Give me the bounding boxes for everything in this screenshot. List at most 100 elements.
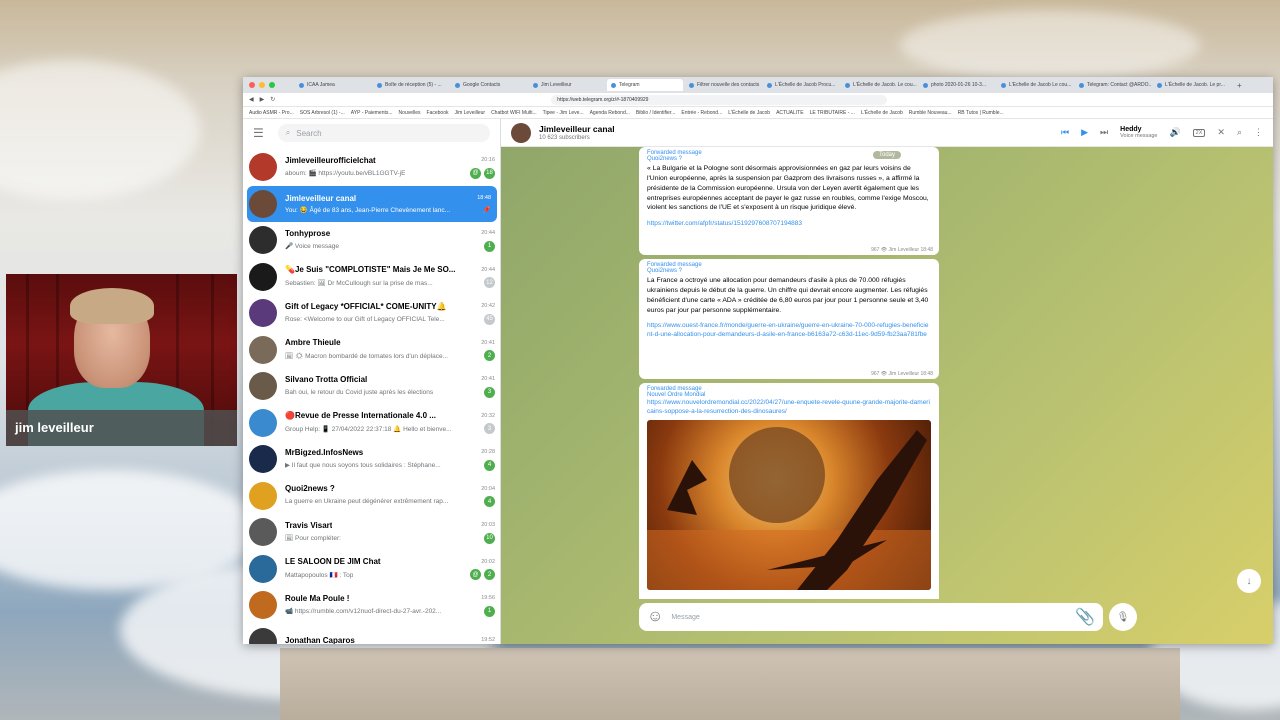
channel-title[interactable]: Jimleveilleur canal [539, 124, 615, 134]
browser-tab[interactable]: L'Échelle de Jacob Procu... [763, 79, 839, 91]
chat-list-item[interactable]: Silvano Trotta Official 20:41 Bah oui, le … [243, 368, 501, 405]
message-bubble[interactable]: Forwarded message Nouvel Ordre Mondial h… [639, 383, 939, 599]
bookmark-item[interactable]: LE TRIBUTAIRE - ... [810, 110, 855, 116]
chat-title: Jimleveilleurofficielchat [285, 155, 376, 165]
close-player-icon[interactable]: ✕ [1217, 127, 1225, 138]
bookmark-item[interactable]: Entrée - Rebond... [681, 110, 722, 116]
browser-tab[interactable]: Telegram: Contact @ARDO... [1075, 79, 1151, 91]
attach-icon[interactable]: 📎 [1075, 607, 1095, 627]
zoom-window-button[interactable] [269, 82, 275, 88]
chat-preview: You: 😂 Âgé de 83 ans, Jean-Pierre Chevèn… [285, 206, 451, 214]
reload-icon[interactable]: ↻ [270, 96, 275, 103]
chat-preview: 📹 https://rumble.com/v12nuof-direct-du-2… [285, 608, 442, 616]
message-link[interactable]: https://twitter.com/afpfr/status/1519297… [647, 219, 931, 228]
forward-icon[interactable]: ▶ [260, 96, 265, 103]
search-input[interactable]: ⌕ Search [277, 124, 490, 142]
chat-list-item[interactable]: MrBigzed.InfosNews 20:28 ▶ Il faut que nou… [243, 441, 501, 478]
bookmark-item[interactable]: Biblio / Identifier... [636, 110, 675, 116]
player-subtitle: Voice message [1120, 133, 1158, 139]
bookmark-item[interactable]: Jim Leveilleur [454, 110, 485, 116]
bookmark-item[interactable]: Audio ASMR - Pro... [249, 110, 294, 116]
chat-time: 20:28 [481, 449, 495, 456]
channel-avatar[interactable] [511, 122, 531, 143]
browser-tab[interactable]: Google Contacts [451, 79, 527, 91]
message-composer[interactable]: ☺ Message 📎 [639, 603, 1103, 631]
message-input[interactable]: Message [671, 614, 1067, 621]
chat-list-item[interactable]: Gift of Legacy *OFFICIAL* COME-UNITY🔔 20:… [243, 295, 501, 332]
chat-avatar [249, 591, 277, 620]
bookmark-item[interactable]: ACTUALITE [776, 110, 804, 116]
message-bubble[interactable]: Forwarded message Quoi2news ? « La Bulga… [639, 147, 939, 255]
tab-label: L'Échelle de Jacob Procu... [775, 82, 836, 88]
emoji-icon[interactable]: ☺ [647, 608, 663, 626]
next-track-icon[interactable]: ⏭ [1100, 127, 1108, 138]
chat-list-item[interactable]: Jimleveilleur canal 18:48 You: 😂 Âgé de 83… [247, 185, 497, 222]
menu-icon[interactable]: ☰ [253, 126, 264, 140]
play-icon[interactable]: ▶ [1081, 127, 1088, 138]
bookmark-item[interactable]: Chatbot WIFI Multi... [491, 110, 537, 116]
chat-list-item[interactable]: Roule Ma Poule ! 19:56 📹 https://rumble.co… [243, 587, 501, 624]
bookmark-item[interactable]: Agenda Rebond... [590, 110, 630, 116]
browser-tab[interactable]: Telegram [607, 79, 683, 91]
scroll-down-button[interactable]: ↓ [1237, 569, 1261, 593]
message-bubble[interactable]: Forwarded message Quoi2news ? La France … [639, 259, 939, 379]
close-window-button[interactable] [249, 82, 255, 88]
bookmark-item[interactable]: L'Échelle de Jacob [861, 110, 903, 116]
forward-source[interactable]: Quoi2news ? [647, 268, 931, 274]
bookmark-item[interactable]: Facebook [427, 110, 449, 116]
volume-icon[interactable]: 🔊 [1169, 127, 1180, 138]
chat-sidebar: ☰ ⌕ Search Jimleveilleurofficielchat 20:1… [243, 119, 501, 644]
chat-header[interactable]: Jimleveilleur canal 10 623 subscribers ⏮… [501, 119, 1273, 147]
browser-tab[interactable]: Jim Leveilleur [529, 79, 605, 91]
bookmark-item[interactable]: AYP - Paiements... [351, 110, 393, 116]
chat-title: 💊Je Suis "COMPLOTISTE" Mais Je Me SO... [285, 265, 456, 275]
webcam-name-label: jim leveilleur [6, 410, 237, 446]
chat-list-item[interactable]: Jonathan Caparos 19:52 [243, 624, 501, 644]
bookmark-item[interactable]: Rumble Nouveau... [909, 110, 952, 116]
chat-list-item[interactable]: Ambre Thieule 20:41 🖼 ☀ Macron bombardé de… [243, 332, 501, 369]
chat-title: Silvano Trotta Official [285, 374, 368, 384]
tab-favicon-icon [611, 82, 616, 88]
unread-badge: 12 [484, 277, 495, 289]
chat-time: 19:52 [481, 637, 495, 644]
message-link[interactable]: https://www.nouvelordremondial.cc/2022/0… [647, 398, 931, 416]
unread-badge: 2 [484, 569, 495, 581]
chat-list-item[interactable]: Tonhyprose 20:44 🎤 Voice message 1 [243, 222, 501, 259]
bookmark-item[interactable]: RB Tutos | Rumble... [958, 110, 1004, 116]
chat-time: 20:44 [481, 230, 495, 237]
browser-tab[interactable]: L'Échelle de Jacob. Le pr... [1153, 79, 1229, 91]
unread-badge: 45 [484, 313, 495, 325]
back-icon[interactable]: ◀ [249, 96, 254, 103]
browser-tab[interactable]: photo 2020-01-26 10-3... [919, 79, 995, 91]
chat-avatar [249, 627, 277, 644]
microphone-button[interactable]: 🎙 [1109, 603, 1137, 631]
url-field[interactable]: https://web.telegram.org/z/#-1870409929 [551, 94, 887, 105]
chat-list-item[interactable]: Jimleveilleurofficielchat 20:16 aboum: 🎬 h… [243, 149, 501, 186]
chat-list-item[interactable]: Travis Visart 20:03 🖼 Pour compléter: 10 [243, 514, 501, 551]
bookmark-item[interactable]: SOS Arbresol (1) -... [300, 110, 345, 116]
chat-list-item[interactable]: Quoi2news ? 20:04 La guerre en Ukraine peu… [243, 478, 501, 515]
more-options-icon[interactable]: ⋮ [1254, 127, 1263, 138]
chat-list-item[interactable]: LE SALOON DE JIM Chat 20:02 Mattapopoulos … [243, 551, 501, 588]
playback-speed-button[interactable]: 2X [1192, 128, 1206, 137]
browser-tab[interactable]: L'Echelle de Jacob Le cou... [997, 79, 1073, 91]
chat-list-item[interactable]: 🔴Revue de Presse Internationale 4.0 ... 2… [243, 405, 501, 442]
browser-tab[interactable]: L'Échelle de Jacob. Le cou... [841, 79, 917, 91]
bookmark-item[interactable]: Nouvelles [399, 110, 421, 116]
bookmark-item[interactable]: Tipee - Jim Leve... [543, 110, 584, 116]
chat-list-item[interactable]: 💊Je Suis "COMPLOTISTE" Mais Je Me SO... 2… [243, 259, 501, 296]
chat-list: Jimleveilleurofficielchat 20:16 aboum: 🎬 h… [243, 149, 501, 644]
browser-tab[interactable]: Boîte de réception (5) - ... [373, 79, 449, 91]
tab-favicon-icon [533, 82, 538, 88]
bookmark-item[interactable]: L'Échelle de Jacob [728, 110, 770, 116]
new-tab-icon[interactable]: + [1237, 81, 1242, 90]
tab-label: Telegram: Contact @ARDO... [1087, 82, 1151, 88]
browser-tab[interactable]: ICAA Jamea [295, 79, 371, 91]
message-image[interactable] [647, 420, 931, 591]
message-link[interactable]: https://www.ouest-france.fr/monde/guerre… [647, 321, 931, 339]
dinosaur-silhouette-illustration [647, 427, 931, 591]
previous-track-icon[interactable]: ⏮ [1061, 127, 1069, 138]
browser-tab[interactable]: Filtrer nouvelle des contacts [685, 79, 761, 91]
minimize-window-button[interactable] [259, 82, 265, 88]
search-chat-icon[interactable]: ⌕ [1237, 127, 1242, 138]
